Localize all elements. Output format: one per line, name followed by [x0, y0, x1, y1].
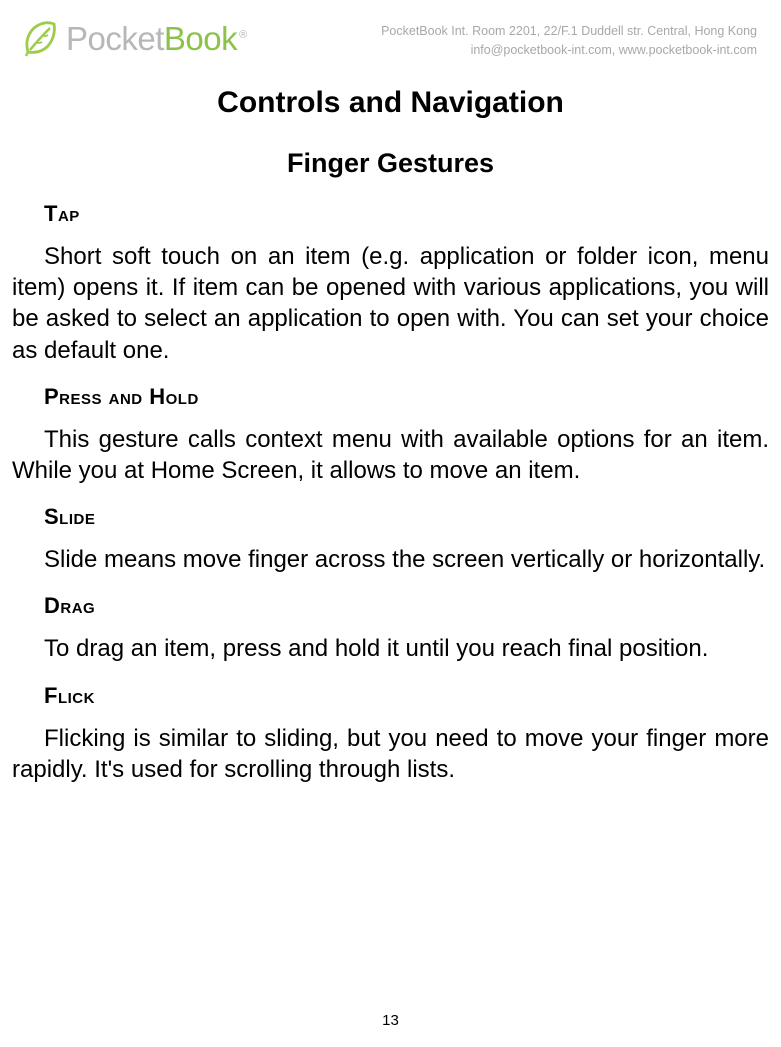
leaf-icon	[20, 18, 60, 60]
page-content: Controls and Navigation Finger Gestures …	[0, 60, 781, 785]
brand-logo: PocketBook®	[20, 18, 247, 60]
page-subtitle: Finger Gestures	[12, 148, 769, 179]
section-body: Short soft touch on an item (e.g. applic…	[12, 241, 769, 366]
address-line: info@pocketbook-int.com, www.pocketbook-…	[287, 41, 757, 60]
page-header: PocketBook® PocketBook Int. Room 2201, 2…	[0, 0, 781, 60]
section-heading-drag: Drag	[44, 593, 769, 619]
section-heading-slide: Slide	[44, 504, 769, 530]
company-address: PocketBook Int. Room 2201, 22/F.1 Duddel…	[287, 18, 761, 60]
section-body: To drag an item, press and hold it until…	[12, 633, 769, 664]
trademark-symbol: ®	[239, 29, 247, 41]
section-body: Flicking is similar to sliding, but you …	[12, 723, 769, 785]
page-number: 13	[0, 1012, 781, 1029]
page-title: Controls and Navigation	[12, 86, 769, 120]
section-heading-press-hold: Press and Hold	[44, 384, 769, 410]
section-body: This gesture calls context menu with ava…	[12, 424, 769, 486]
section-body: Slide means move finger across the scree…	[12, 544, 769, 575]
address-line: PocketBook Int. Room 2201, 22/F.1 Duddel…	[287, 22, 757, 41]
brand-wordmark: PocketBook®	[66, 20, 247, 58]
section-heading-flick: Flick	[44, 683, 769, 709]
section-heading-tap: Tap	[44, 201, 769, 227]
